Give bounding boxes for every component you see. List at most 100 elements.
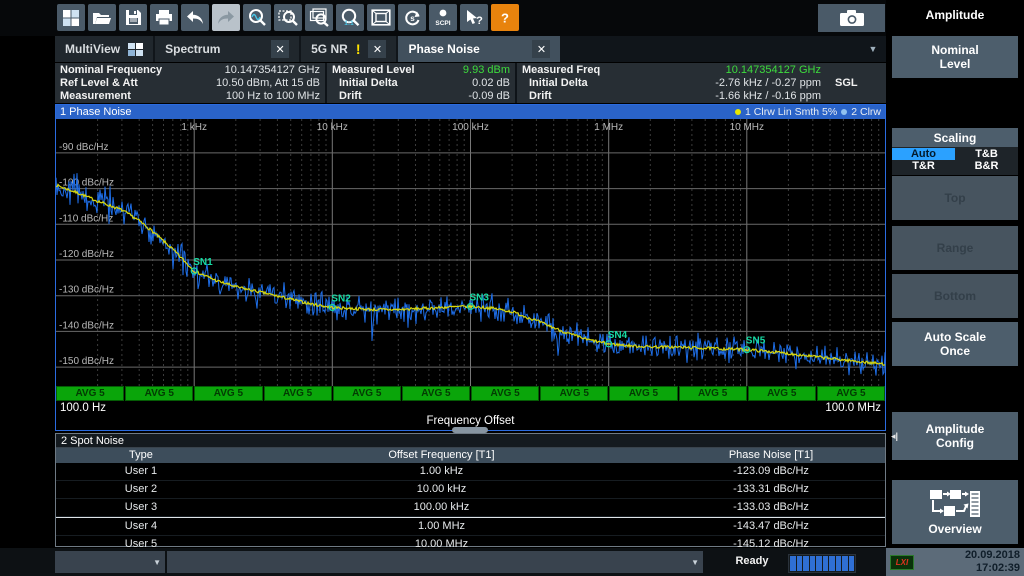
progress-segment <box>797 556 803 571</box>
overview-button[interactable]: Overview <box>892 480 1018 544</box>
tab-close-icon[interactable]: ✕ <box>532 40 550 58</box>
status-dropdown-message[interactable]: ▼ <box>167 551 703 573</box>
table-cell: -133.31 dBc/Hz <box>657 481 885 498</box>
redo-button[interactable] <box>212 4 240 31</box>
context-help-button[interactable]: ? <box>460 4 488 31</box>
svg-text:-90 dBc/Hz: -90 dBc/Hz <box>59 142 108 153</box>
table-row[interactable]: User 41.00 MHz-143.47 dBc/Hz <box>56 517 885 536</box>
scaling-option-tandr[interactable]: T&R <box>892 160 955 172</box>
phase-noise-plot[interactable]: -90 dBc/Hz-100 dBc/Hz-110 dBc/Hz-120 dBc… <box>56 119 885 386</box>
undo-button[interactable] <box>181 4 209 31</box>
info-label: Measured Freq <box>522 64 600 77</box>
progress-segment <box>790 556 796 571</box>
bottom-button[interactable]: Bottom <box>892 274 1018 318</box>
windows-menu-button[interactable] <box>57 4 85 31</box>
table-row[interactable]: User 11.00 kHz-123.09 dBc/Hz <box>56 463 885 481</box>
zoom-area-button[interactable] <box>274 4 302 31</box>
clock-cell: LXI 20.09.2018 17:02:39 <box>886 548 1024 576</box>
trace-color-dot <box>735 109 741 115</box>
nominal-level-button[interactable]: Nominal Level <box>892 36 1018 78</box>
tab-phase-noise[interactable]: Phase Noise ✕ <box>398 36 560 62</box>
avg-count-segment: AVG 5 <box>402 386 470 401</box>
progress-segment <box>836 556 842 571</box>
range-button[interactable]: Range <box>892 226 1018 270</box>
camera-icon <box>839 9 865 27</box>
display-frame-button[interactable] <box>367 4 395 31</box>
tab-spectrum[interactable]: Spectrum✕ <box>155 36 299 62</box>
trace-legend: 1 Clrw Lin Smth 5%2 Clrw <box>735 106 881 118</box>
tab-multiview[interactable]: MultiView <box>55 36 153 62</box>
info-column-3: Measured Freq10.147354127 GHzInitial Del… <box>517 63 886 103</box>
dropdown-caret-icon: ▼ <box>691 558 699 567</box>
status-dropdown-left[interactable]: ▼ <box>55 551 165 573</box>
info-value: 100 Hz to 100 MHz <box>226 90 320 103</box>
tab-overflow-dropdown[interactable]: ▼ <box>864 40 882 58</box>
softkey-sidebar: Amplitude Nominal Level Scaling AutoT&BT… <box>886 0 1024 576</box>
avg-count-segment: AVG 5 <box>679 386 747 401</box>
open-file-button[interactable] <box>88 4 116 31</box>
single-sweep-refresh-button[interactable]: s <box>398 4 426 31</box>
info-label: Measured Level <box>332 64 415 77</box>
zoom-multi-icon <box>309 8 330 27</box>
help-button[interactable]: ? <box>491 4 519 31</box>
tab-5g-nr[interactable]: 5G NR!✕ <box>301 36 396 62</box>
windows-icon <box>62 9 80 27</box>
avg-count-segment: AVG 5 <box>194 386 262 401</box>
column-header: Type <box>56 448 226 463</box>
amplitude-config-button[interactable]: ◂| Amplitude Config <box>892 412 1018 460</box>
spot-noise-table-body: User 11.00 kHz-123.09 dBc/HzUser 210.00 … <box>56 463 885 554</box>
spot-noise-window: 2 Spot Noise TypeOffset Frequency [T1]Ph… <box>55 433 886 547</box>
single-sweep-indicator <box>821 90 881 103</box>
svg-text:-110 dBc/Hz: -110 dBc/Hz <box>59 213 113 224</box>
floppy-icon <box>125 9 142 26</box>
column-header: Phase Noise [T1] <box>657 448 885 463</box>
svg-text:10 MHz: 10 MHz <box>730 122 764 133</box>
info-column-2: Measured Level 9.93 dBmInitial Delta0.02 … <box>327 63 517 103</box>
auto-scale-once-button[interactable]: Auto Scale Once <box>892 322 1018 366</box>
tab-close-icon[interactable]: ✕ <box>271 40 289 58</box>
measurement-info-bar: Nominal Frequency10.147354127 GHzRef Lev… <box>55 63 886 103</box>
zoom-1to1-icon: 1:1 <box>340 8 361 27</box>
progress-segment <box>849 556 855 571</box>
svg-text:1 kHz: 1 kHz <box>181 122 207 133</box>
redo-icon <box>216 10 236 26</box>
svg-text:?: ? <box>476 15 483 27</box>
info-label: Initial Delta <box>522 77 588 90</box>
zoom-area-icon <box>278 8 298 27</box>
scaling-option-bandr[interactable]: B&R <box>955 160 1018 172</box>
tab-label: MultiView <box>65 42 120 56</box>
info-row: Initial Delta0.02 dB <box>332 77 510 90</box>
screenshot-button[interactable] <box>818 4 885 32</box>
info-row: Measured Freq10.147354127 GHz <box>522 64 881 77</box>
scaling-option-tandb[interactable]: T&B <box>955 148 1018 160</box>
table-cell: User 1 <box>56 463 226 480</box>
progress-segment <box>829 556 835 571</box>
zoom-trace-button[interactable] <box>243 4 271 31</box>
spot-noise-window-title: 2 Spot Noise <box>56 434 885 448</box>
table-row[interactable]: User 3100.00 kHz-133.03 dBc/Hz <box>56 499 885 517</box>
avg-count-segment: AVG 5 <box>540 386 608 401</box>
info-label: Measurement <box>60 90 131 103</box>
table-row[interactable]: User 210.00 kHz-133.31 dBc/Hz <box>56 481 885 499</box>
svg-text:1:1: 1:1 <box>344 20 354 27</box>
tab-label: Phase Noise <box>408 42 479 56</box>
info-value: 9.93 dBm <box>463 64 510 77</box>
table-cell: User 3 <box>56 499 226 516</box>
zoom-1to1-button[interactable]: 1:1 <box>336 4 364 31</box>
info-value: -0.09 dB <box>468 90 510 103</box>
print-button[interactable] <box>150 4 178 31</box>
info-row: Drift-0.09 dB <box>332 90 510 103</box>
status-time: 17:02:39 <box>976 562 1020 574</box>
info-row: Measurement 100 Hz to 100 MHz <box>60 90 320 103</box>
table-cell: -143.47 dBc/Hz <box>657 518 885 535</box>
zoom-multi-window-button[interactable] <box>305 4 333 31</box>
save-button[interactable] <box>119 4 147 31</box>
tab-close-icon[interactable]: ✕ <box>368 40 386 58</box>
scpi-recorder-button[interactable]: SCPI <box>429 4 457 31</box>
progress-segment <box>810 556 816 571</box>
top-button[interactable]: Top <box>892 176 1018 220</box>
avg-count-segment: AVG 5 <box>817 386 885 401</box>
avg-count-segment: AVG 5 <box>609 386 677 401</box>
scaling-option-auto[interactable]: Auto <box>892 148 955 160</box>
svg-text:10 kHz: 10 kHz <box>317 122 348 133</box>
